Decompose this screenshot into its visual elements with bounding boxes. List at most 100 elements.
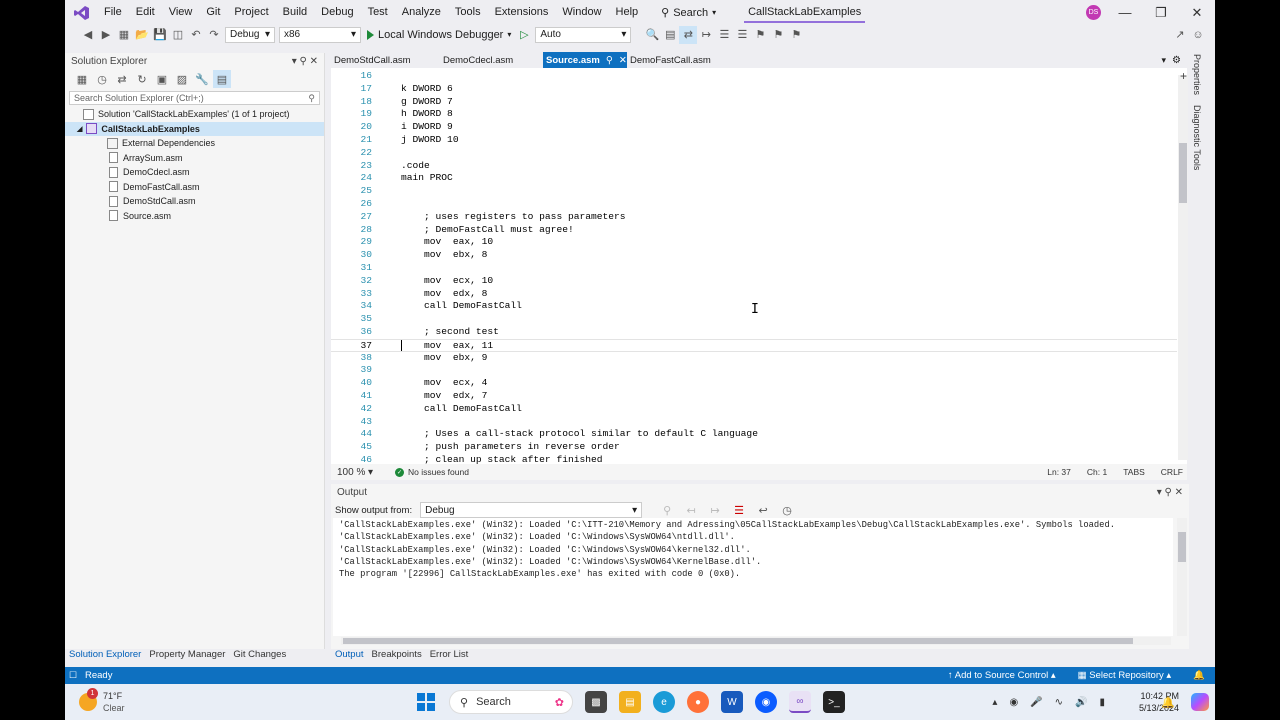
word-icon[interactable]: W — [721, 691, 743, 713]
code-line[interactable]: 31 — [331, 262, 1177, 275]
editor-scrollbar[interactable] — [1178, 75, 1188, 460]
toggle-icon[interactable]: ⇄ — [679, 25, 698, 44]
tab-list-icon[interactable]: ▾ — [1162, 55, 1167, 66]
code-line[interactable]: 22 — [331, 147, 1177, 160]
code-line[interactable]: 39 — [331, 364, 1177, 377]
output-source-select[interactable]: Debug ▾ — [420, 502, 643, 518]
dropdown-icon[interactable]: ▾ — [292, 56, 297, 67]
menu-analyze[interactable]: Analyze — [395, 0, 448, 25]
line-ending[interactable]: CRLF — [1161, 467, 1183, 477]
menu-git[interactable]: Git — [199, 0, 227, 25]
back-icon[interactable]: ◀ — [79, 26, 97, 44]
word-wrap-icon[interactable]: ↩ — [754, 501, 772, 519]
close-icon[interactable]: ✕ — [619, 55, 627, 66]
tab-error-list[interactable]: Error List — [426, 649, 473, 660]
tree-project[interactable]: ◢ CallStackLabExamples — [65, 121, 324, 136]
code-text[interactable]: mov edx, 8 — [401, 288, 487, 301]
start-debugging-button[interactable]: Local Windows Debugger ▾ — [367, 29, 511, 41]
menu-extensions[interactable]: Extensions — [488, 0, 556, 25]
menu-edit[interactable]: Edit — [129, 0, 162, 25]
code-text[interactable]: j DWORD 10 — [401, 134, 459, 147]
output-scrollbar[interactable] — [1177, 518, 1187, 636]
line-number[interactable]: Ln: 37 — [1047, 467, 1071, 477]
visual-studio-icon[interactable]: ∞ — [789, 691, 811, 713]
code-line[interactable]: 18 g DWORD 7 — [331, 96, 1177, 109]
avatar[interactable]: DS — [1086, 5, 1101, 20]
solution-explorer-search[interactable]: Search Solution Explorer (Ctrl+;) ⚲ — [69, 91, 320, 105]
bookmark-next-icon[interactable]: ⚑ — [787, 26, 805, 44]
bookmark-prev-icon[interactable]: ⚑ — [769, 26, 787, 44]
code-text[interactable]: g DWORD 7 — [401, 96, 453, 109]
save-all-icon[interactable]: ◫ — [169, 26, 187, 44]
close-icon[interactable]: ✕ — [1175, 487, 1183, 498]
sync-icon[interactable]: ⇄ — [113, 70, 131, 88]
notifications-bell-icon[interactable]: 🔔 — [1193, 670, 1205, 681]
task-view-icon[interactable]: ▩ — [585, 691, 607, 713]
save-icon[interactable]: 💾 — [151, 26, 169, 44]
step-icon[interactable]: ↦ — [697, 26, 715, 44]
file-explorer-icon[interactable]: ▤ — [619, 691, 641, 713]
code-line[interactable]: 45 ; push parameters in reverse order — [331, 441, 1177, 454]
code-text[interactable]: k DWORD 6 — [401, 83, 453, 96]
comment-icon[interactable]: ☰ — [715, 26, 733, 44]
tab-demofastcall[interactable]: DemoFastCall.asm — [627, 52, 747, 68]
tab-breakpoints[interactable]: Breakpoints — [368, 649, 426, 660]
code-text[interactable]: mov eax, 11 — [401, 340, 493, 351]
minimize-button[interactable]: — — [1107, 0, 1143, 25]
tree-solution[interactable]: Solution 'CallStackLabExamples' (1 of 1 … — [65, 107, 324, 122]
next-message-icon[interactable]: ↦ — [706, 501, 724, 519]
tab-diagnostic-tools[interactable]: Diagnostic Tools — [1192, 103, 1202, 172]
browse-icon[interactable]: 🔍 — [643, 26, 661, 44]
code-text[interactable]: h DWORD 8 — [401, 108, 453, 121]
show-all-icon[interactable]: ▨ — [173, 70, 191, 88]
timestamp-icon[interactable]: ◷ — [778, 501, 796, 519]
maximize-button[interactable]: ❐ — [1143, 0, 1179, 25]
code-line[interactable]: 32 mov ecx, 10 — [331, 275, 1177, 288]
tab-git-changes[interactable]: Git Changes — [229, 649, 290, 662]
weather-widget[interactable]: 1 71°F Clear — [79, 688, 125, 714]
code-line[interactable]: 33 mov edx, 8 — [331, 288, 1177, 301]
refresh-icon[interactable]: ↻ — [133, 70, 151, 88]
code-line[interactable]: 19 h DWORD 8 — [331, 108, 1177, 121]
pin-icon[interactable]: ⚲ — [606, 55, 613, 66]
add-to-source-control-button[interactable]: ↑ Add to Source Control ▴ — [948, 670, 1056, 681]
pin-icon[interactable]: ⚲ — [1165, 487, 1172, 498]
code-text[interactable]: ; second test — [401, 326, 499, 339]
menu-tools[interactable]: Tools — [448, 0, 488, 25]
undo-icon[interactable]: ↶ — [187, 26, 205, 44]
add-icon[interactable]: + — [1180, 69, 1187, 83]
code-text[interactable]: main PROC — [401, 172, 453, 185]
microphone-icon[interactable]: 🎤 — [1030, 697, 1042, 708]
tree-item-demostdcall[interactable]: DemoStdCall.asm — [65, 194, 324, 209]
find-icon[interactable]: ⚲ — [658, 501, 676, 519]
code-line[interactable]: 23 .code — [331, 160, 1177, 173]
code-text[interactable]: ; push parameters in reverse order — [401, 441, 620, 454]
output-text[interactable]: 'CallStackLabExamples.exe' (Win32): Load… — [333, 518, 1173, 636]
tab-property-manager[interactable]: Property Manager — [145, 649, 229, 662]
copilot-icon[interactable] — [1191, 693, 1209, 711]
code-text[interactable]: mov edx, 7 — [401, 390, 487, 403]
tab-solution-explorer[interactable]: Solution Explorer — [65, 649, 145, 662]
code-line[interactable]: 21 j DWORD 10 — [331, 134, 1177, 147]
code-line[interactable]: 43 — [331, 416, 1177, 429]
feature-search[interactable]: ⚲ Search ▾ — [655, 6, 722, 20]
previous-message-icon[interactable]: ↤ — [682, 501, 700, 519]
tree-item-arraysum[interactable]: ArraySum.asm — [65, 151, 324, 166]
code-line[interactable]: 29 mov eax, 10 — [331, 236, 1177, 249]
code-line[interactable]: 46 ; clean up stack after finished — [331, 454, 1177, 464]
tab-source[interactable]: Source.asm ⚲ ✕ — [543, 52, 627, 68]
pin-icon[interactable]: ⚲ — [300, 56, 307, 67]
code-line[interactable]: 36 ; second test — [331, 326, 1177, 339]
feedback-icon[interactable]: ☺ — [1189, 26, 1207, 44]
menu-view[interactable]: View — [162, 0, 200, 25]
code-line[interactable]: 40 mov ecx, 4 — [331, 377, 1177, 390]
collapse-all-icon[interactable]: ▣ — [153, 70, 171, 88]
zoom-icon[interactable]: ◉ — [755, 691, 777, 713]
zoom-select[interactable]: 100 % ▾ — [333, 464, 377, 480]
code-text[interactable]: call DemoFastCall — [401, 300, 522, 313]
menu-help[interactable]: Help — [609, 0, 646, 25]
auto-select[interactable]: Auto ▾ — [535, 26, 632, 43]
properties-icon[interactable]: 🔧 — [193, 70, 211, 88]
configuration-select[interactable]: Debug ▾ — [225, 26, 275, 43]
code-line[interactable]: 17 k DWORD 6 — [331, 83, 1177, 96]
